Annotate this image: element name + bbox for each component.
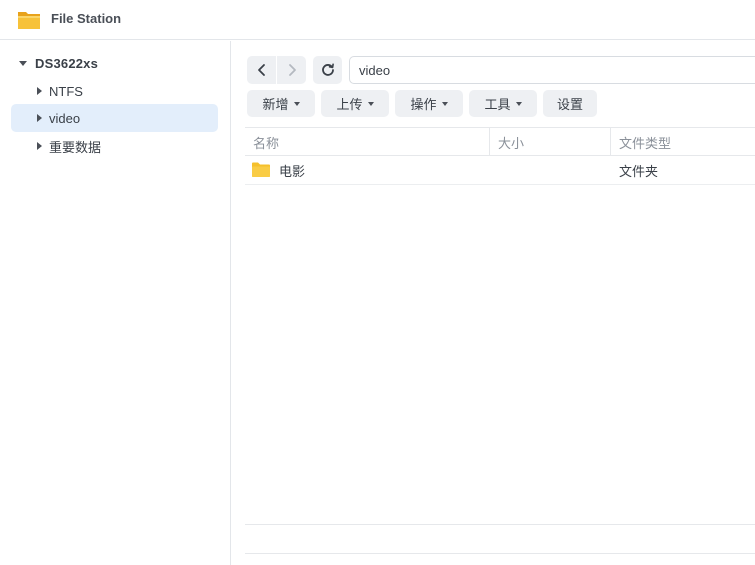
upload-button-label: 上传 <box>336 97 363 112</box>
caret-right-icon[interactable] <box>37 142 42 150</box>
column-header-name[interactable]: 名称 <box>253 128 279 156</box>
tools-button[interactable]: 工具 <box>469 90 537 117</box>
title-bar: File Station <box>0 0 755 40</box>
refresh-icon <box>321 63 334 76</box>
folder-app-icon <box>18 12 40 29</box>
back-button[interactable] <box>247 56 276 84</box>
divider <box>245 524 755 525</box>
column-header-size[interactable]: 大小 <box>498 128 524 156</box>
sidebar-item-label: NTFS <box>49 83 83 99</box>
dropdown-arrow-icon <box>293 101 300 106</box>
sidebar-item-ntfs[interactable]: NTFS <box>11 77 218 105</box>
caret-down-icon[interactable] <box>19 60 27 66</box>
main-panel: video 新增 上传 操作 工具 设置 名称 大小 文件类型 电影 文件夹 <box>232 41 755 565</box>
sidebar-item-label: video <box>49 110 81 126</box>
action-button-label: 操作 <box>410 97 437 112</box>
path-input[interactable]: video <box>349 56 755 84</box>
upload-button[interactable]: 上传 <box>321 90 389 117</box>
dropdown-arrow-icon <box>367 101 374 106</box>
divider <box>245 553 755 554</box>
settings-button-label: 设置 <box>556 97 583 112</box>
chevron-left-icon <box>257 64 265 76</box>
refresh-button[interactable] <box>313 56 342 84</box>
sidebar-item-video[interactable]: video <box>11 104 218 132</box>
settings-button[interactable]: 设置 <box>543 90 597 117</box>
tree-root-ds3622xs[interactable]: DS3622xs <box>19 54 98 72</box>
file-type: 文件夹 <box>619 163 659 179</box>
caret-right-icon[interactable] <box>37 114 42 122</box>
forward-button[interactable] <box>277 56 306 84</box>
sidebar-item-important-data[interactable]: 重要数据 <box>11 132 218 160</box>
create-button[interactable]: 新增 <box>247 90 315 117</box>
column-header-type[interactable]: 文件类型 <box>619 128 671 156</box>
caret-right-icon[interactable] <box>37 87 42 95</box>
sidebar: DS3622xs NTFS video 重要数据 <box>0 41 231 565</box>
table-header: 名称 大小 文件类型 <box>245 127 755 156</box>
table-row[interactable]: 电影 文件夹 <box>245 156 755 185</box>
folder-icon <box>252 162 270 177</box>
create-button-label: 新增 <box>262 97 289 112</box>
column-resize-handle[interactable] <box>489 128 490 156</box>
dropdown-arrow-icon <box>515 101 522 106</box>
column-resize-handle[interactable] <box>610 128 611 156</box>
app-title: File Station <box>51 11 122 26</box>
tree-root-label: DS3622xs <box>35 55 99 71</box>
chevron-right-icon <box>288 64 296 76</box>
tools-button-label: 工具 <box>484 97 511 112</box>
dropdown-arrow-icon <box>441 101 448 106</box>
sidebar-item-label: 重要数据 <box>49 139 102 155</box>
action-button[interactable]: 操作 <box>395 90 463 117</box>
file-name: 电影 <box>279 163 306 179</box>
